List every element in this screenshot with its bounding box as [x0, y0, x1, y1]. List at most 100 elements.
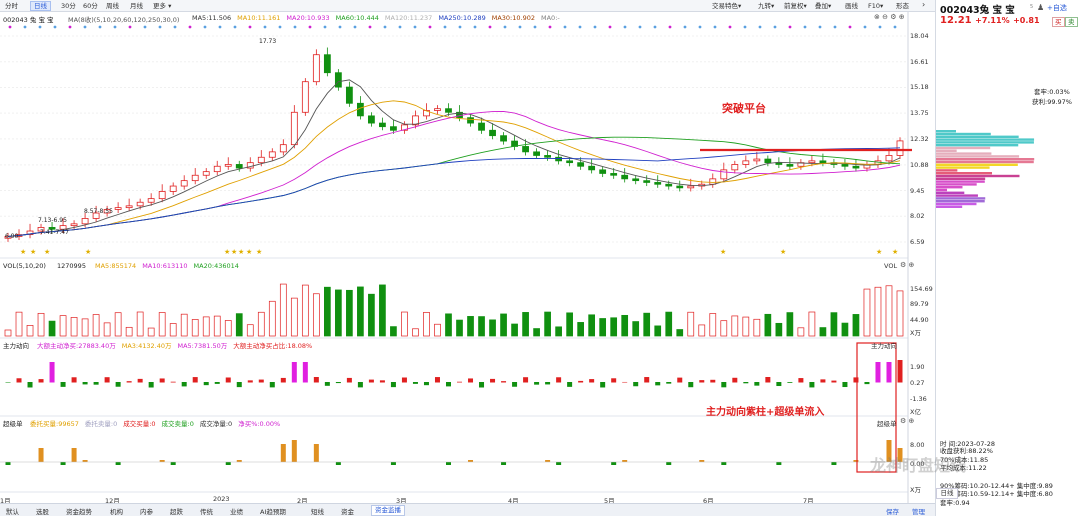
volume-bar — [180, 313, 188, 337]
candle-body — [654, 182, 662, 185]
main-force-bar — [754, 382, 760, 386]
bottom-tab[interactable]: 业绩 — [230, 506, 243, 516]
volume-bar — [202, 316, 210, 337]
candle-body — [852, 165, 860, 169]
main-force-bar — [280, 377, 286, 383]
signal-dot — [23, 25, 27, 29]
main-force-bar — [490, 378, 496, 383]
add-watch-button[interactable]: +自选 — [1047, 3, 1067, 13]
bottom-tab[interactable]: 机构 — [110, 506, 123, 516]
price-range-label-3: 8.57-8.55 — [84, 208, 113, 215]
chip-bar — [936, 155, 1020, 158]
signal-dot — [158, 25, 162, 29]
chip-bar — [936, 149, 957, 152]
signal-star: ★ — [892, 248, 898, 256]
bottom-tab[interactable]: 资金监播 — [371, 505, 405, 516]
vol-ma-value: MA10:613110 — [142, 262, 188, 270]
signal-dot — [368, 25, 372, 29]
mf-value: 大额主动净买:27883.40万 — [37, 342, 116, 350]
main-force-bar — [412, 382, 418, 384]
main-force-bar — [765, 377, 771, 383]
signal-dot — [323, 25, 327, 29]
main-force-bar — [666, 382, 672, 384]
vol-tick-1: 154.69 — [910, 285, 933, 293]
buy-button[interactable]: 买 — [1052, 17, 1065, 27]
settings-icon[interactable]: ⚙ — [900, 261, 906, 269]
volume-bar — [70, 317, 78, 337]
candle-body — [445, 108, 452, 113]
candle-body — [764, 158, 772, 164]
manage-button[interactable]: 管理 — [912, 506, 925, 516]
main-force-bar — [523, 377, 529, 383]
volume-bar — [467, 316, 474, 337]
bell-icon[interactable]: ♟ — [1037, 3, 1044, 12]
main-force-bar — [49, 362, 55, 383]
volume-bar — [885, 285, 893, 337]
volume-bar — [92, 314, 100, 337]
candle-body — [290, 111, 298, 146]
main-force-bar — [611, 378, 617, 383]
main-force-bar — [148, 382, 154, 388]
candle-body — [544, 155, 552, 158]
mf-tick-3: -1.36 — [910, 395, 927, 403]
zoom-in-icon[interactable]: ⊕ — [909, 417, 915, 425]
bottom-tab[interactable]: 资金 — [341, 506, 354, 516]
main-force-bar — [468, 378, 474, 383]
price-value: 12.21 — [940, 15, 972, 26]
vol-tick-3: 44.90 — [910, 316, 929, 324]
volume-bar — [114, 312, 122, 337]
chip-bar — [936, 160, 1034, 164]
candle-body — [522, 146, 529, 153]
main-force-bar — [787, 382, 793, 383]
candle-body — [731, 164, 739, 171]
signal-star: ★ — [44, 248, 50, 256]
signal-dot — [83, 25, 87, 29]
chip-bar — [936, 163, 1018, 166]
candle-body — [489, 129, 496, 137]
zoom-in-icon[interactable]: ⊕ — [909, 261, 915, 269]
volume-bar — [290, 297, 298, 337]
volume-bar — [687, 311, 695, 337]
bottom-tab[interactable]: 内参 — [140, 506, 153, 516]
volume-bar — [301, 284, 309, 337]
volume-bar — [423, 311, 430, 337]
volume-bar — [37, 312, 45, 337]
main-force-bar — [104, 377, 110, 383]
settings-icon[interactable]: ⚙ — [900, 417, 906, 425]
volume-bar — [390, 326, 397, 337]
main-force-bar — [258, 379, 264, 383]
bottom-tab[interactable]: 选股 — [36, 506, 49, 516]
candle-body — [334, 72, 342, 88]
volume-bar — [312, 293, 320, 337]
daily-button[interactable]: 日线 — [936, 488, 958, 499]
main-force-bar — [93, 382, 99, 385]
super-order-bar — [60, 462, 66, 465]
volume-bar — [15, 311, 23, 337]
sell-button[interactable]: 卖 — [1065, 17, 1078, 27]
signal-star: ★ — [20, 248, 26, 256]
save-button[interactable]: 保存 — [886, 506, 899, 516]
main-force-bar — [302, 362, 308, 383]
bottom-tab[interactable]: 传统 — [200, 506, 213, 516]
so-title: 超级单 — [3, 420, 23, 428]
bottom-tab[interactable]: AI趋预期 — [260, 506, 286, 516]
main-force-bar — [677, 377, 683, 383]
signal-star: ★ — [256, 248, 262, 256]
candle-body — [808, 160, 816, 164]
main-force-bar — [556, 377, 562, 383]
main-force-bar — [897, 360, 903, 383]
mf-value: 大额主动净买占比:18.08% — [233, 342, 313, 350]
chip-bar — [936, 172, 993, 175]
volume-bar — [676, 329, 684, 337]
bottom-tab[interactable]: 超跌 — [170, 506, 183, 516]
signal-dot — [488, 25, 492, 29]
bottom-tab[interactable]: 资金趋势 — [66, 506, 92, 516]
vol-controls: ⚙ ⊕ — [900, 261, 914, 269]
signal-dot — [8, 25, 12, 29]
main-force-bar — [379, 380, 385, 383]
bottom-tab[interactable]: 默认 — [6, 506, 19, 516]
main-force-bar — [16, 378, 22, 383]
so-value: 成交净量:0 — [199, 420, 233, 428]
bottom-tab[interactable]: 短线 — [311, 506, 324, 516]
main-force-bar — [578, 380, 584, 383]
